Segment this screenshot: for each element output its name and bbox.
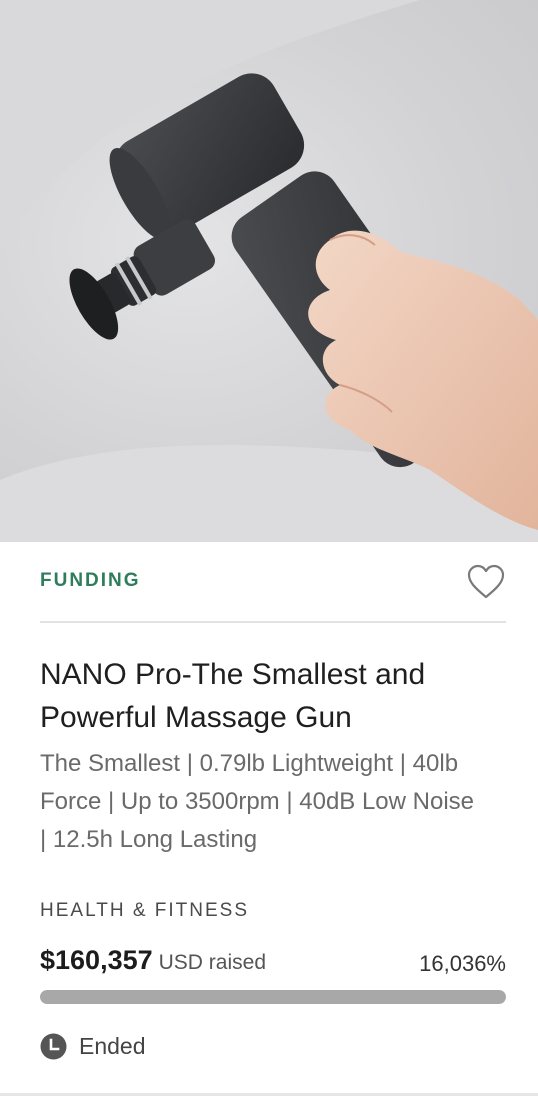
funding-progress-fill [40, 990, 506, 1004]
clock-icon [40, 1033, 67, 1060]
currency-label: USD raised [158, 951, 266, 974]
campaign-title[interactable]: NANO Pro-The Smallest and Powerful Massa… [40, 653, 498, 739]
campaign-card[interactable]: FUNDING NANO Pro-The Smallest and Powerf… [0, 0, 538, 1096]
massage-gun-photo [0, 0, 538, 542]
time-status-row: Ended [40, 1030, 146, 1062]
time-status-label: Ended [79, 1032, 146, 1059]
favorite-button[interactable] [466, 562, 506, 602]
funded-percent: 16,036% [419, 951, 506, 976]
funding-progress-bar [40, 990, 506, 1004]
amount-raised: $160,357 [40, 945, 153, 975]
funding-status-label: FUNDING [40, 570, 141, 591]
status-row: FUNDING [40, 560, 506, 604]
campaign-category[interactable]: HEALTH & FITNESS [40, 900, 249, 922]
campaign-description: The Smallest | 0.79lb Lightweight | 40lb… [40, 750, 475, 853]
product-image[interactable] [0, 0, 538, 542]
funds-row: $160,357 USD raised 16,036% [40, 945, 506, 985]
heart-outline-icon [467, 564, 505, 599]
divider [40, 621, 506, 623]
